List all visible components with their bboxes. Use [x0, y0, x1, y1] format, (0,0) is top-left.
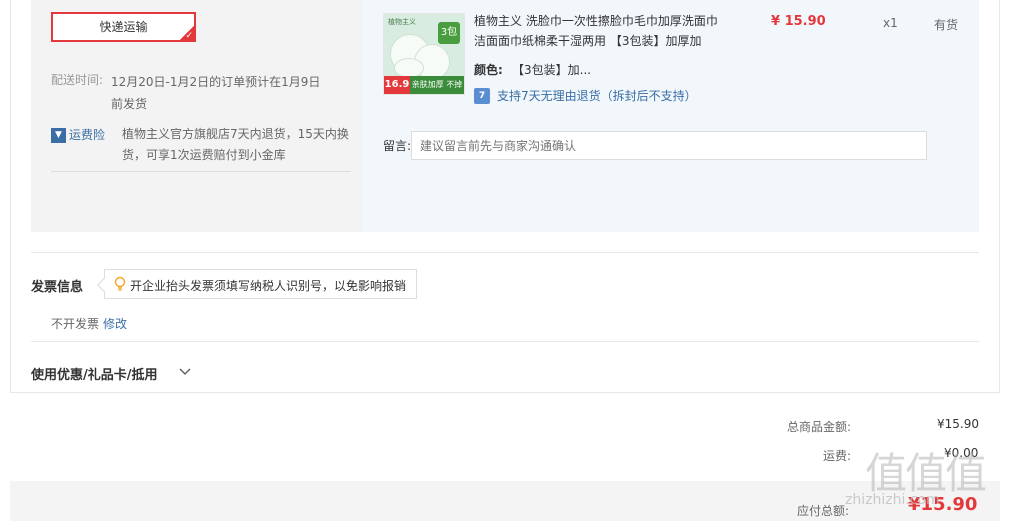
product-color-label: 颜色:	[474, 63, 503, 77]
selected-check-icon: ✓	[180, 26, 194, 41]
invoice-edit-link[interactable]: 修改	[103, 315, 127, 332]
total-payable-value: ¥15.90	[908, 494, 978, 515]
freight-label: 运费:	[823, 449, 852, 463]
shipping-method-option[interactable]: 快递运输 ✓	[51, 12, 196, 42]
delivery-time-label: 配送时间:	[51, 73, 104, 87]
product-color-value: 【3包装】加...	[512, 63, 592, 77]
divider	[31, 252, 979, 253]
coupon-section-toggle[interactable]: 使用优惠/礼品卡/抵用	[31, 364, 158, 383]
product-title[interactable]: 植物主义 洗脸巾一次性擦脸巾毛巾加厚洗面巾洁面面巾纸棉柔干湿两用 【3包装】加厚…	[474, 11, 719, 51]
goods-total-label: 总商品金额:	[787, 420, 852, 434]
invoice-tip: 开企业抬头发票须填写纳税人识别号，以免影响报销	[96, 269, 417, 299]
divider	[51, 171, 351, 172]
insurance-icon: ▼	[51, 128, 66, 143]
thumb-badge: 3包	[438, 22, 460, 44]
product-price: ¥ 15.90	[771, 14, 826, 29]
return-policy-icon: 7	[474, 88, 490, 104]
shipping-method-label: 快递运输	[99, 20, 148, 34]
invoice-value: 不开发票	[51, 317, 100, 331]
freight-value: ¥0.00	[944, 446, 979, 460]
invoice-section-title: 发票信息	[31, 280, 84, 295]
return-policy-text: 支持7天无理由退货（拆封后不支持）	[497, 89, 697, 103]
product-quantity: x1	[883, 16, 898, 30]
note-label: 留言:	[383, 139, 412, 153]
note-input[interactable]	[411, 131, 927, 160]
stock-status: 有货	[934, 18, 959, 32]
invoice-tip-text: 开企业抬头发票须填写纳税人识别号，以免影响报销	[130, 279, 407, 293]
lightbulb-icon	[114, 276, 126, 291]
payment-summary-bar	[10, 481, 1000, 521]
chevron-down-icon[interactable]	[178, 364, 192, 378]
insurance-description: 植物主义官方旗舰店7天内退货，15天内换货，可享1次运费赔付到小金库	[122, 127, 349, 162]
product-thumbnail[interactable]: 植物主义 3包 16.9 亲肤加厚 不掉絮	[383, 13, 465, 95]
thumb-brand: 植物主义	[388, 18, 416, 26]
goods-total-value: ¥15.90	[937, 417, 979, 431]
thumb-strip: 亲肤加厚 不掉絮	[410, 76, 464, 94]
divider	[31, 341, 979, 342]
total-payable-label: 应付总额:	[797, 504, 850, 518]
thumb-price-tag: 16.9	[384, 76, 410, 94]
delivery-time-value: 12月20日-1月2日的订单预计在1月9日前发货	[111, 75, 321, 111]
insurance-link[interactable]: 运费险	[69, 126, 105, 143]
